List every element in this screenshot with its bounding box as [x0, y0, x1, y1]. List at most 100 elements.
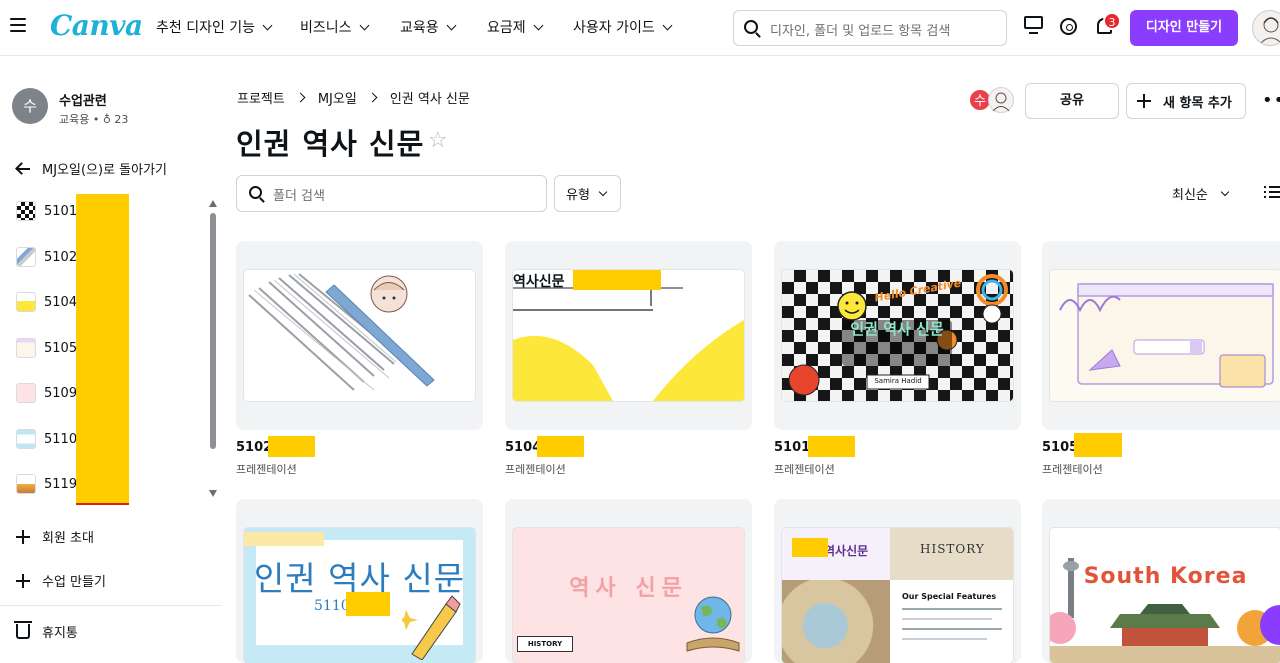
redaction-mask — [808, 436, 855, 457]
redaction-mask — [537, 436, 584, 457]
design-thumbnail: 역사신문 HISTORY Our Special Features — [782, 528, 1013, 663]
thumbnail-heading: Our Special Features — [902, 592, 997, 601]
menu-icon[interactable] — [10, 18, 26, 32]
sidebar-folder-5110[interactable]: 5110 — [16, 428, 77, 450]
arrow-left-icon — [16, 167, 30, 170]
back-link[interactable]: MJ오일(으)로 돌아가기 — [16, 159, 167, 178]
notification-badge: 3 — [1103, 12, 1121, 30]
top-bar: Canva 추천 디자인 기능 비즈니스 교육용 요금제 사용자 가이드 디자인… — [0, 0, 1280, 56]
page-title: 인권 역사 신문 — [236, 127, 425, 161]
design-thumbnail: 역사 신문 HISTORY — [513, 528, 744, 663]
redaction-mask — [1074, 433, 1122, 457]
plus-icon — [16, 529, 30, 544]
scrollbar-thumb[interactable] — [210, 213, 216, 449]
design-thumbnail: South Korea — [1050, 528, 1280, 663]
team-name[interactable]: 수업관련 — [59, 90, 107, 109]
trash-icon — [14, 621, 32, 639]
chevron-down-icon — [446, 20, 457, 30]
global-search-input[interactable]: 디자인, 폴더 및 업로드 항목 검색 — [733, 10, 1007, 46]
breadcrumb-parent-folder[interactable]: MJ오일 — [318, 88, 357, 107]
trash-button[interactable]: 휴지통 — [14, 621, 78, 641]
gear-icon[interactable] — [1060, 18, 1077, 35]
star-icon[interactable]: ☆ — [428, 128, 448, 153]
folder-label: 5119 — [44, 476, 78, 492]
design-card[interactable]: South Korea — [1042, 499, 1280, 663]
canva-logo[interactable]: Canva — [50, 9, 143, 42]
chevron-down-icon — [598, 187, 608, 196]
folder-thumbnail — [16, 474, 36, 494]
sidebar-folder-5119[interactable]: 5119 — [16, 473, 77, 495]
create-class-button[interactable]: 수업 만들기 — [16, 571, 106, 590]
sort-dropdown[interactable]: 최신순 — [1172, 184, 1230, 203]
breadcrumb-current: 인권 역사 신문 — [389, 92, 470, 107]
back-link-label: MJ오일(으)로 돌아가기 — [42, 163, 168, 178]
folder-search-input[interactable]: 폴더 검색 — [236, 175, 547, 212]
card-title[interactable]: 5105 — [1042, 440, 1078, 455]
collaborator-avatar[interactable] — [988, 87, 1014, 113]
card-subtitle: 프레젠테이션 — [774, 463, 835, 476]
sidebar-folder-5101[interactable]: 5101 — [16, 200, 77, 222]
card-subtitle: 프레젠테이션 — [1042, 463, 1103, 476]
thumbnail-tag: Samira Hadid — [874, 377, 922, 385]
breadcrumb-projects[interactable]: 프로젝트 — [237, 88, 285, 107]
desktop-app-icon[interactable] — [1024, 16, 1043, 34]
sort-label: 최신순 — [1172, 188, 1208, 203]
create-class-label: 수업 만들기 — [42, 575, 106, 590]
type-filter-label: 유형 — [566, 188, 590, 203]
design-card[interactable]: Hello Creative 인권 역사 신문 Samira Hadid — [774, 241, 1021, 430]
type-filter-dropdown[interactable]: 유형 — [554, 175, 621, 212]
card-title[interactable]: 5101 — [774, 440, 810, 455]
redaction-mask — [346, 592, 390, 616]
chevron-down-icon — [1220, 187, 1230, 196]
user-avatar[interactable] — [1252, 10, 1280, 46]
nav-education[interactable]: 교육용 — [400, 17, 457, 37]
card-title[interactable]: 5102 — [236, 440, 272, 455]
sidebar-folder-5102[interactable]: 5102 — [16, 246, 77, 268]
design-card[interactable]: 역사신문 — [505, 241, 752, 430]
design-card[interactable] — [236, 241, 483, 430]
folder-label: 5104 — [44, 294, 78, 310]
create-design-button[interactable]: 디자인 만들기 — [1130, 10, 1238, 46]
plus-icon — [16, 573, 30, 588]
nav-pricing[interactable]: 요금제 — [487, 17, 544, 37]
chevron-down-icon — [533, 20, 544, 30]
design-card[interactable]: 인권 역사 신문 5110 — [236, 499, 483, 663]
team-subtitle: 교육용 • ♁ 23 — [59, 113, 129, 126]
redaction-mask — [76, 194, 129, 505]
nav-user-guide[interactable]: 사용자 가이드 — [573, 17, 673, 37]
chevron-down-icon — [359, 20, 369, 30]
design-card[interactable]: 역사신문 HISTORY Our Special Features — [774, 499, 1021, 663]
share-button[interactable]: 공유 — [1025, 83, 1119, 119]
team-avatar[interactable]: 수 — [12, 88, 48, 124]
chevron-right-icon — [367, 92, 378, 103]
sidebar-folder-5105[interactable]: 5105 — [16, 337, 77, 359]
design-thumbnail: 역사신문 — [513, 270, 744, 401]
sidebar: 수 수업관련 교육용 • ♁ 23 MJ오일(으)로 돌아가기 5101 510… — [0, 60, 222, 663]
redaction-mask — [268, 436, 315, 457]
scroll-up-arrow[interactable] — [209, 200, 217, 207]
design-thumbnail: 인권 역사 신문 5110 — [244, 528, 475, 663]
more-options-icon[interactable]: ••• — [1262, 92, 1280, 110]
sidebar-divider — [0, 605, 222, 606]
card-title[interactable]: 5104 — [505, 440, 541, 455]
scroll-down-arrow[interactable] — [209, 490, 217, 497]
folder-thumbnail — [16, 292, 36, 312]
folder-label: 5109 — [44, 385, 78, 401]
folder-thumbnail — [16, 247, 36, 267]
folder-label: 5110 — [44, 431, 78, 447]
sidebar-folder-5109[interactable]: 5109 — [16, 382, 77, 404]
design-card[interactable] — [1042, 241, 1280, 430]
add-item-button[interactable]: 새 항목 추가 — [1126, 83, 1246, 119]
redaction-mask — [792, 538, 828, 557]
list-view-icon[interactable] — [1264, 186, 1280, 200]
design-thumbnail — [244, 270, 475, 401]
sidebar-folder-5104[interactable]: 5104 — [16, 291, 77, 313]
folder-thumbnail — [16, 201, 36, 221]
thumbnail-text: 인권 역사 신문 — [850, 320, 944, 338]
nav-business[interactable]: 비즈니스 — [300, 17, 369, 37]
invite-members-button[interactable]: 회원 초대 — [16, 527, 94, 546]
nav-recommended[interactable]: 추천 디자인 기능 — [156, 17, 273, 37]
folder-search-placeholder: 폴더 검색 — [273, 189, 325, 204]
search-icon — [744, 20, 758, 34]
design-card[interactable]: 역사 신문 HISTORY — [505, 499, 752, 663]
